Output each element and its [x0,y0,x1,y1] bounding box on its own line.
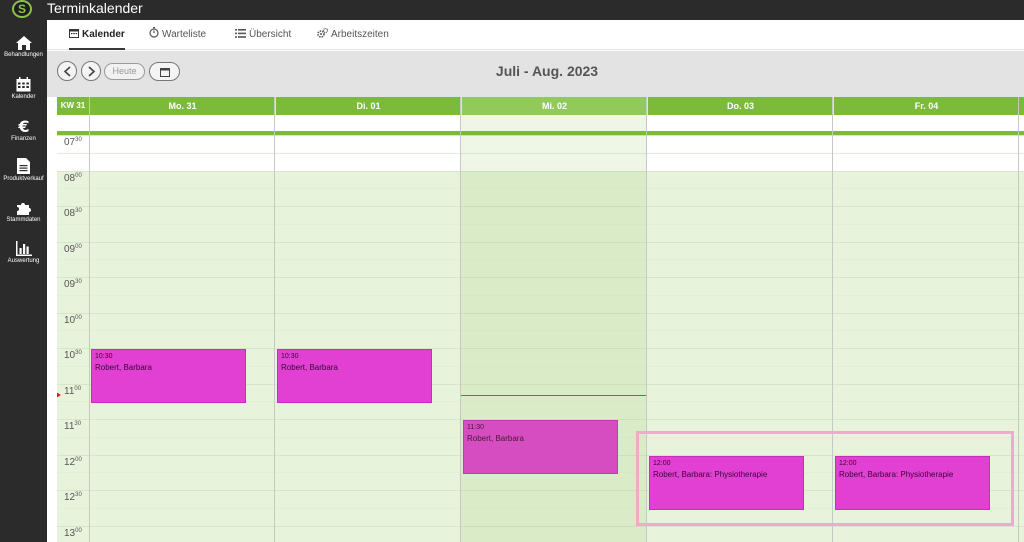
time-label: 1230 [64,492,82,503]
sidebar-item-label: Stammdaten [6,217,41,223]
tab-label: Übersicht [249,29,292,40]
event-title: Robert, Barbara [95,363,152,372]
document-icon [17,158,30,174]
sidebar-item-kalender[interactable]: Kalender [0,77,47,117]
day-header[interactable]: Di. 01 [275,97,461,115]
list-icon [235,29,246,38]
today-column [461,115,647,542]
gears-icon [317,27,329,38]
sidebar: Behandlungen Kalender € Finanzen Produkt… [0,20,47,542]
sidebar-item-label: Finanzen [11,136,36,142]
app-logo[interactable]: S [12,0,32,18]
appointment-event[interactable]: 10:30 Robert, Barbara [277,349,432,404]
sidebar-item-auswertung[interactable]: Auswertung [0,241,47,281]
column-line [89,97,90,542]
tab-label: Kalender [82,29,125,40]
chevron-left-icon [63,66,71,77]
time-label: 0930 [64,279,82,290]
time-label: 1000 [64,314,82,326]
event-title: Robert, Barbara: Physiotherapie [653,469,768,479]
column-line [460,97,461,542]
tab-kalender[interactable]: Kalender [69,20,125,50]
top-bar: S Terminkalender [0,0,1024,20]
current-time-marker [57,392,61,399]
today-button[interactable]: Heute [104,63,145,80]
event-title: Robert, Barbara [281,363,338,372]
time-label: 1100 [64,385,82,397]
day-header[interactable]: Do. 03 [647,97,833,115]
time-label: 0730 [64,137,82,148]
sidebar-item-behandlungen[interactable]: Behandlungen [0,36,47,76]
sidebar-item-label: Produktverkauf [3,176,44,182]
tab-uebersicht[interactable]: Übersicht [235,20,291,50]
tab-warteliste[interactable]: Warteliste [149,20,206,50]
column-line [646,97,647,542]
calendar-icon [69,29,79,38]
time-label: 0800 [64,172,82,184]
euro-icon: € [17,118,29,134]
sidebar-item-finanzen[interactable]: € Finanzen [0,118,47,158]
sidebar-item-label: Auswertung [7,258,40,264]
chevron-right-icon [88,66,96,77]
tab-arbeitszeiten[interactable]: Arbeitszeiten [317,20,389,50]
day-header[interactable]: Mi. 02 [461,97,647,115]
calendar-toolbar: Heute Juli - Aug. 2023 [47,51,1024,97]
tab-label: Warteliste [162,29,207,40]
time-label: 0900 [64,243,82,255]
next-button[interactable] [81,61,101,81]
time-label: 1200 [64,456,82,468]
tab-bar: Kalender Warteliste Übersicht Arbeitszei… [47,20,1024,50]
svg-text:€: € [17,118,29,134]
tab-label: Arbeitszeiten [331,29,389,40]
puzzle-icon [16,203,31,215]
calendar-week-label: KW 31 [60,101,86,110]
column-line [274,97,275,542]
event-time: 10:30 [281,353,299,360]
previous-button[interactable] [57,61,77,81]
time-label: 1130 [64,421,82,432]
sidebar-item-label: Kalender [11,94,36,100]
column-line [832,97,833,542]
event-time: 12:00 [653,459,671,467]
sidebar-item-produktverkauf[interactable]: Produktverkauf [0,158,47,198]
day-header[interactable]: Mo. 31 [89,97,275,115]
day-header-row: KW 31 Mo. 31 Di. 01 Mi. 02 Do. 03 Fr. 04 [57,97,1024,115]
datepicker-button[interactable] [149,62,180,81]
stopwatch-icon [149,27,159,38]
sidebar-item-stammdaten[interactable]: Stammdaten [0,200,47,240]
date-range-title: Juli - Aug. 2023 [495,63,599,79]
event-time: 10:30 [95,353,113,360]
appointment-event[interactable]: 12:00 Robert, Barbara: Physiotherapie [649,455,804,510]
time-label: 1300 [64,527,82,539]
app-title: Terminkalender [47,0,143,16]
appointment-event[interactable]: 12:00 Robert, Barbara: Physiotherapie [835,455,990,510]
week-calendar: 0730 0800 0830 0900 0930 1000 1030 1100 1130 1200… [57,97,1024,542]
time-label: 1030 [64,350,82,361]
home-icon [15,36,32,50]
event-time: 12:00 [839,459,857,467]
column-line [1018,97,1019,542]
sidebar-item-label: Behandlungen [4,52,43,58]
event-title: Robert, Barbara: Physiotherapie [839,469,954,479]
calendar-icon [16,77,31,92]
calendar-icon [160,68,170,77]
appointment-event[interactable]: 10:30 Robert, Barbara [91,349,246,404]
time-label: 0830 [64,208,82,219]
bar-chart-icon [15,241,32,256]
day-header[interactable]: Fr. 04 [833,97,1019,115]
